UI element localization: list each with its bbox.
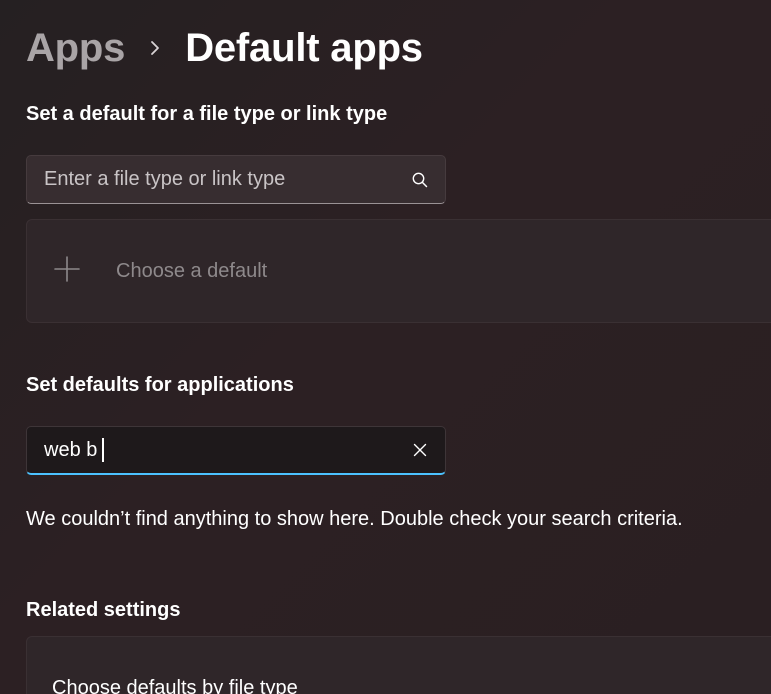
breadcrumb-apps-link[interactable]: Apps [26,26,125,71]
applications-search-box[interactable] [26,426,446,475]
related-setting-file-type-defaults[interactable]: Choose defaults by file type [26,636,771,694]
related-setting-label: Choose defaults by file type [52,677,298,694]
file-type-search-input[interactable] [44,156,403,203]
plus-icon [53,255,81,283]
breadcrumb: Apps Default apps [26,22,423,74]
choose-default-label: Choose a default [116,260,268,282]
no-results-message: We couldn’t find anything to show here. … [26,508,683,530]
file-type-section-heading: Set a default for a file type or link ty… [26,103,388,125]
applications-search-input[interactable] [44,427,104,473]
text-caret [102,438,104,462]
chevron-right-icon [125,22,185,74]
related-settings-heading: Related settings [26,599,181,621]
choose-default-card[interactable]: Choose a default [26,219,771,323]
search-icon[interactable] [403,163,437,197]
page-title: Default apps [185,25,423,70]
file-type-search-box[interactable] [26,155,446,204]
close-icon[interactable] [403,433,437,467]
applications-section-heading: Set defaults for applications [26,374,294,396]
